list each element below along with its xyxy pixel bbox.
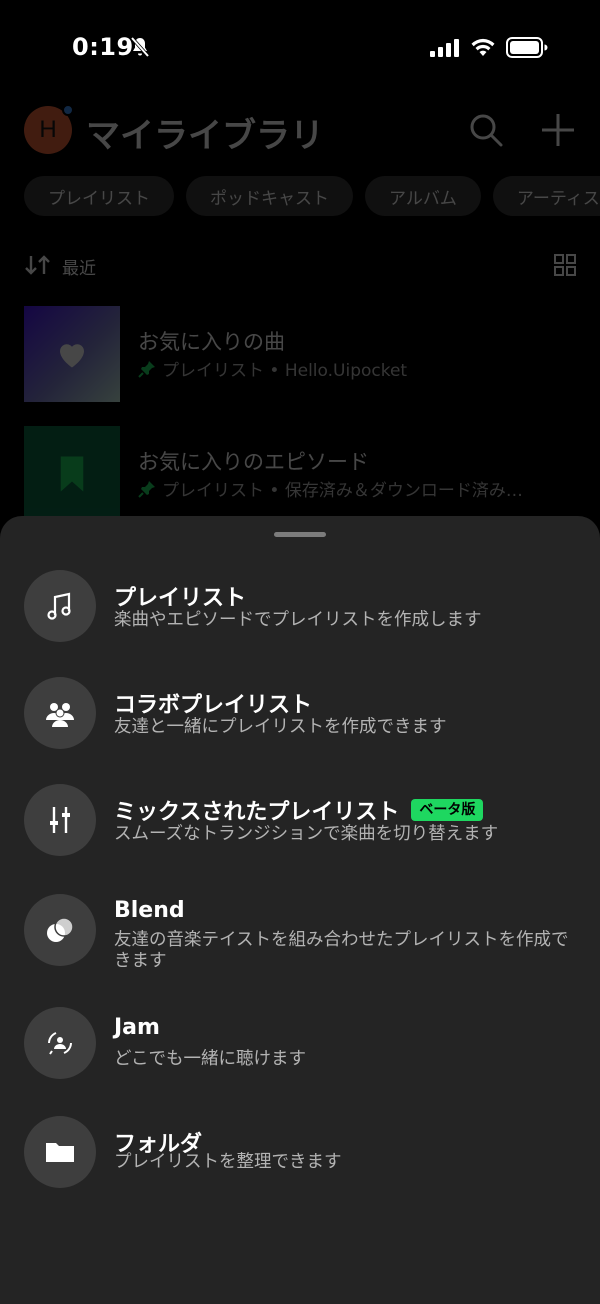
create-bottom-sheet: プレイリスト 楽曲やエピソードでプレイリストを作成します コラボプレイリスト 友… xyxy=(0,516,600,1304)
item-subtitle: プレイリスト • Hello.Uipocket xyxy=(138,356,407,381)
option-title: ミックスされたプレイリスト ベータ版 xyxy=(114,794,484,826)
bell-muted-icon xyxy=(130,36,150,58)
jam-icon xyxy=(24,1007,96,1079)
sort-icon[interactable] xyxy=(24,254,52,276)
option-collab-playlist[interactable]: コラボプレイリスト 友達と一緒にプレイリストを作成できます xyxy=(0,673,600,769)
sliders-icon xyxy=(24,784,96,856)
search-icon[interactable] xyxy=(468,112,504,148)
option-jam[interactable]: Jam どこでも一緒に聴けます xyxy=(0,1003,600,1099)
wifi-icon xyxy=(471,38,495,56)
status-time: 0:19 xyxy=(72,33,134,61)
option-description: 友達の音楽テイストを組み合わせたプレイリストを作成できます xyxy=(114,930,569,971)
option-mixed-playlist[interactable]: ミックスされたプレイリスト ベータ版 スムーズなトランジションで楽曲を切り替えま… xyxy=(0,780,600,876)
battery-icon xyxy=(506,37,548,58)
option-folder[interactable]: フォルダ プレイリストを整理できます xyxy=(0,1112,600,1208)
page-title: マイライブラリ xyxy=(86,116,324,156)
list-item[interactable]: お気に入りのエピソード プレイリスト • 保存済み＆ダウンロード済み… xyxy=(24,426,584,522)
list-item[interactable]: お気に入りの曲 プレイリスト • Hello.Uipocket xyxy=(24,306,584,402)
chip-artists[interactable]: アーティスト xyxy=(492,176,600,216)
sort-row: 最近 xyxy=(24,252,576,279)
beta-badge: ベータ版 xyxy=(411,799,484,821)
filter-chips: プレイリスト ポッドキャスト アルバム アーティスト xyxy=(24,176,600,216)
option-title: Blend xyxy=(114,898,185,923)
option-description: 友達と一緒にプレイリストを作成できます xyxy=(114,717,447,737)
item-title: お気に入りの曲 xyxy=(138,330,285,354)
collaborators-icon xyxy=(24,677,96,749)
sort-label[interactable]: 最近 xyxy=(62,254,96,279)
pin-icon xyxy=(138,360,155,378)
item-title: お気に入りのエピソード xyxy=(138,450,369,474)
cellular-signal-icon xyxy=(430,39,459,57)
bookmark-icon xyxy=(60,456,84,492)
option-blend[interactable]: Blend 友達の音楽テイストを組み合わせたプレイリストを作成できます xyxy=(0,890,600,986)
grid-view-icon[interactable] xyxy=(554,254,576,276)
plus-icon[interactable] xyxy=(538,110,578,150)
blend-icon xyxy=(24,894,96,966)
chip-albums[interactable]: アルバム xyxy=(365,176,481,216)
pin-icon xyxy=(138,480,155,498)
sheet-drag-handle[interactable] xyxy=(274,532,326,537)
liked-songs-cover xyxy=(24,306,120,402)
heart-icon xyxy=(60,344,84,368)
music-note-icon xyxy=(24,570,96,642)
status-bar: 0:19 xyxy=(0,0,600,96)
option-title: Jam xyxy=(114,1015,160,1040)
item-subtitle: プレイリスト • 保存済み＆ダウンロード済み… xyxy=(138,476,523,501)
option-description: 楽曲やエピソードでプレイリストを作成します xyxy=(114,610,482,630)
chip-podcasts[interactable]: ポッドキャスト xyxy=(186,176,353,216)
chip-playlists[interactable]: プレイリスト xyxy=(24,176,174,216)
folder-icon xyxy=(24,1116,96,1188)
notification-dot xyxy=(62,104,74,116)
option-description: どこでも一緒に聴けます xyxy=(114,1049,306,1069)
option-title: コラボプレイリスト xyxy=(114,693,313,718)
option-description: プレイリストを整理できます xyxy=(114,1152,342,1172)
library-header: H マイライブラリ xyxy=(0,96,600,168)
option-playlist[interactable]: プレイリスト 楽曲やエピソードでプレイリストを作成します xyxy=(0,566,600,662)
episodes-cover xyxy=(24,426,120,522)
option-title: プレイリスト xyxy=(114,586,247,611)
library-background: H マイライブラリ プレイリスト ポッドキャスト アルバム アーティスト 最近 xyxy=(0,96,600,526)
option-description: スムーズなトランジションで楽曲を切り替えます xyxy=(114,824,499,844)
